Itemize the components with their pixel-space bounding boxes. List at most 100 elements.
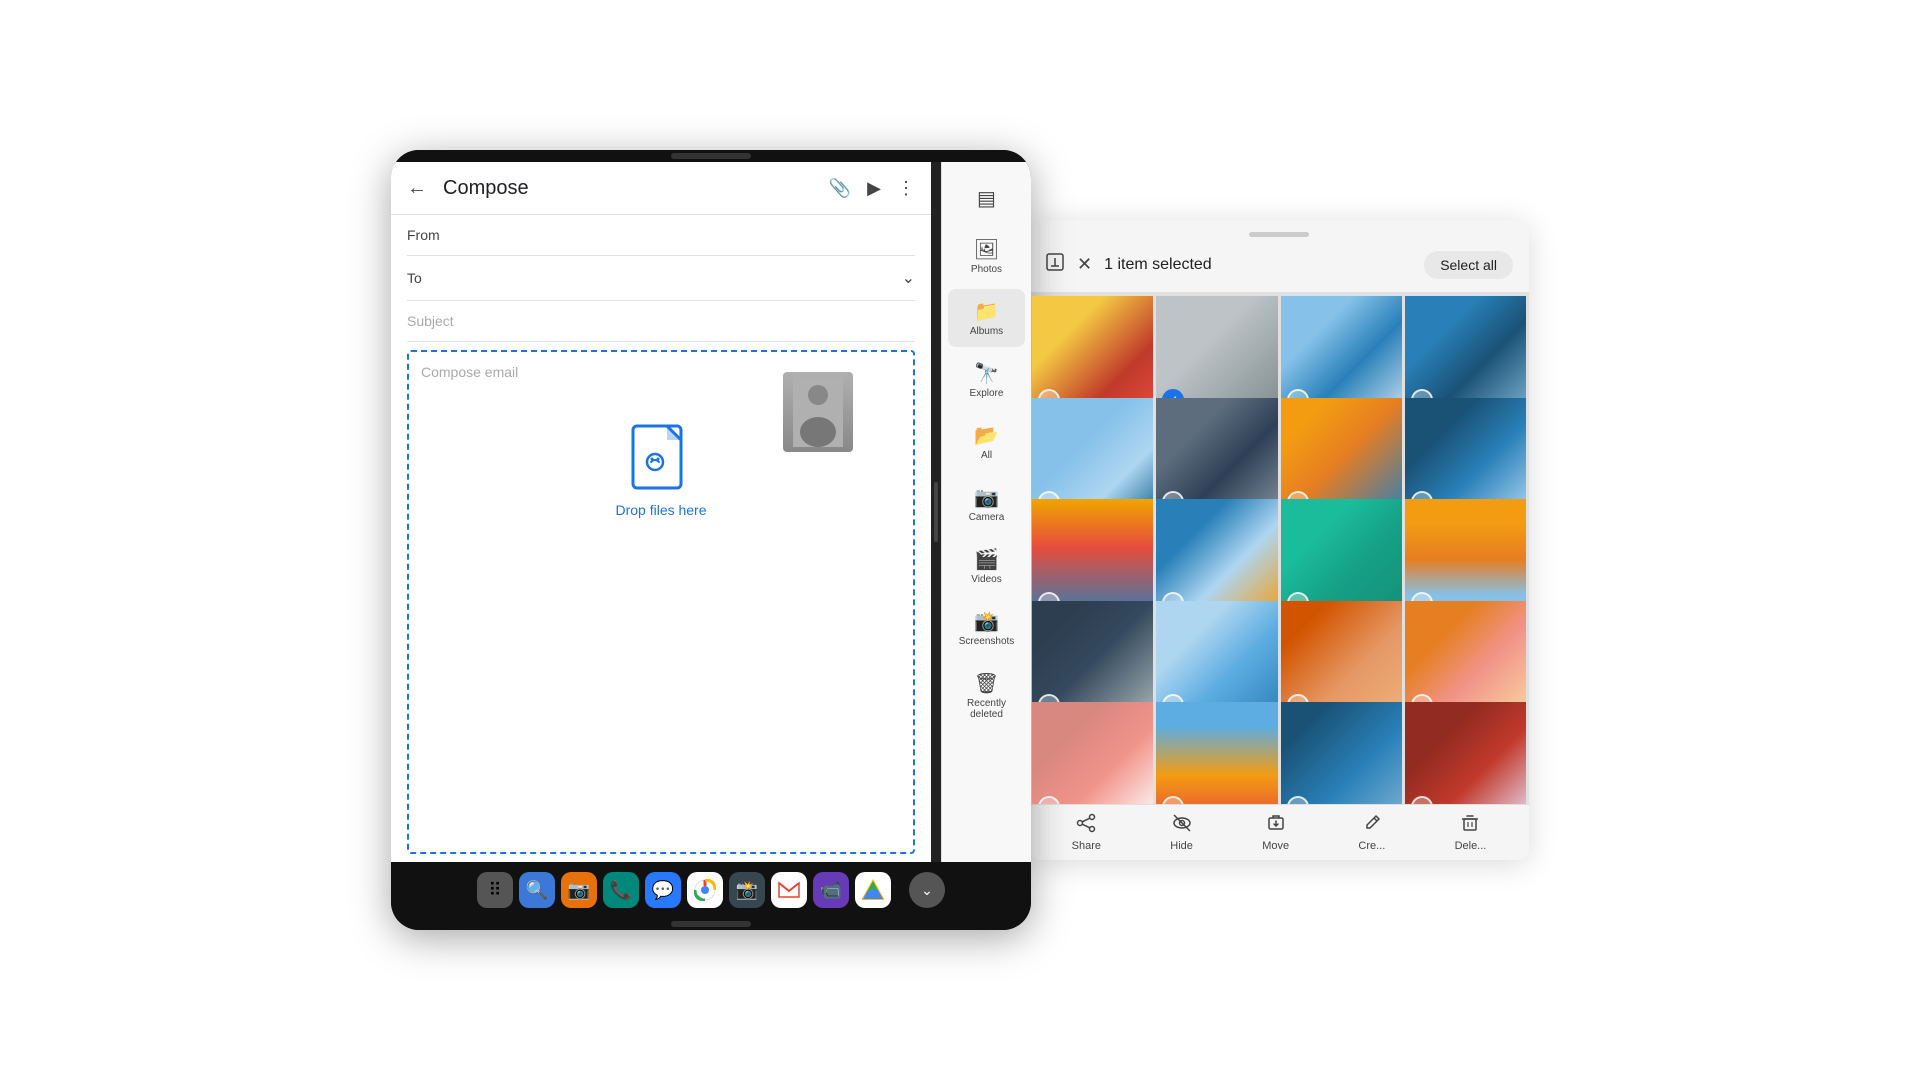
all-nav-label: All: [981, 450, 992, 461]
sidebar-item-albums[interactable]: 📁 Albums: [948, 289, 1025, 347]
photos-edit-icon[interactable]: [1045, 252, 1065, 277]
compose-fields: From To ⌄ Subject: [391, 214, 931, 342]
close-selection-button[interactable]: ✕: [1077, 254, 1092, 275]
share-action[interactable]: Share: [1072, 813, 1101, 852]
screenshots-nav-label: Screenshots: [959, 636, 1015, 647]
photos-nav-label: Photos: [971, 264, 1002, 275]
dock-chrome-icon[interactable]: [687, 872, 723, 908]
phone-top-bar: [391, 150, 1031, 162]
photos-panel: ✕ 1 item selected Select all IMG Final h…: [1029, 220, 1529, 860]
compose-header: ← Compose 📎 ▶ ⋮: [391, 162, 931, 214]
all-icon: 📂: [974, 423, 999, 448]
subject-field-row[interactable]: Subject: [407, 301, 915, 342]
phone-screen: ← Compose 📎 ▶ ⋮ From To ⌄: [391, 162, 1031, 862]
more-icon[interactable]: ⋮: [897, 178, 915, 199]
phone-bottom-bar: [391, 918, 1031, 930]
select-all-button[interactable]: Select all: [1424, 251, 1513, 279]
sidebar-item-videos[interactable]: 🎬 Videos: [948, 537, 1025, 595]
dock-messages-icon[interactable]: 💬: [645, 872, 681, 908]
phone-hinge: [931, 162, 941, 862]
albums-nav-label: Albums: [970, 326, 1003, 337]
videos-icon: 🎬: [974, 547, 999, 572]
delete-icon: [1460, 813, 1480, 838]
dock-gmail-icon[interactable]: [771, 872, 807, 908]
photo-item[interactable]: IMG Final hd: [1281, 702, 1402, 804]
trash-icon: 🗑: [974, 671, 999, 696]
photo-bg: [1405, 702, 1526, 804]
compose-body-area[interactable]: Compose email: [407, 350, 915, 854]
from-field-row: From: [407, 215, 915, 256]
photo-item[interactable]: IMG Final hd: [1156, 702, 1277, 804]
create-icon: [1362, 813, 1382, 838]
photo-item[interactable]: IMG Final hd: [1405, 702, 1526, 804]
sidebar-item-recently-deleted[interactable]: 🗑 Recently deleted: [948, 661, 1025, 730]
dock-apps-icon[interactable]: ⠿: [477, 872, 513, 908]
photo-bg: [1156, 702, 1277, 804]
sidebar-item-camera[interactable]: 📷 Camera: [948, 475, 1025, 533]
phone-notch: [671, 153, 751, 159]
gmail-compose-panel: ← Compose 📎 ▶ ⋮ From To ⌄: [391, 162, 931, 862]
delete-label: Dele...: [1455, 840, 1487, 852]
dock-duo-icon[interactable]: 📹: [813, 872, 849, 908]
sidebar-item-explore[interactable]: 🔭 Explore: [948, 351, 1025, 409]
phone-bottom-notch: [671, 921, 751, 927]
hide-label: Hide: [1170, 840, 1193, 852]
dock-cam2-icon[interactable]: 📸: [729, 872, 765, 908]
dock-phone-icon[interactable]: 📞: [603, 872, 639, 908]
from-label: From: [407, 227, 455, 243]
person-thumbnail: [783, 372, 853, 452]
photos-icon: 🖼: [974, 237, 999, 262]
dragged-photo-thumbnail: [783, 372, 853, 452]
photo-item[interactable]: IMG Final hd: [1032, 702, 1153, 804]
header-icons: 📎 ▶ ⋮: [829, 178, 915, 199]
explore-icon: 🔭: [974, 361, 999, 386]
move-action[interactable]: Move: [1262, 813, 1289, 852]
file-drop-icon: [631, 424, 691, 494]
explore-nav-label: Explore: [970, 388, 1004, 399]
photos-selection-header: ✕ 1 item selected Select all: [1029, 237, 1529, 293]
camera-nav-icon: 📷: [974, 485, 999, 510]
send-icon[interactable]: ▶: [867, 178, 881, 199]
hinge-line: [934, 482, 938, 542]
move-label: Move: [1262, 840, 1289, 852]
photos-nav-panel: ▤ 🖼 Photos 📁 Albums 🔭 Explore 📂 All: [941, 162, 1031, 862]
subject-label: Subject: [407, 313, 454, 329]
dock-drive-icon[interactable]: [855, 872, 891, 908]
attachment-icon[interactable]: 📎: [829, 178, 851, 199]
drop-files-label: Drop files here: [615, 502, 706, 518]
recently-deleted-nav-label: Recently deleted: [952, 698, 1021, 720]
back-icon[interactable]: ←: [407, 177, 427, 200]
nav-sidebar-toggle[interactable]: ▤: [948, 176, 1025, 223]
photos-action-footer: Share Hide: [1029, 804, 1529, 860]
sidebar-item-screenshots[interactable]: 📸 Screenshots: [948, 599, 1025, 657]
app-dock: ⠿ 🔍 📷 📞 💬 📸: [391, 862, 1031, 918]
move-icon: [1266, 813, 1286, 838]
foldable-phone: ← Compose 📎 ▶ ⋮ From To ⌄: [391, 150, 1031, 930]
selected-count-text: 1 item selected: [1104, 256, 1412, 274]
dock-camera-icon[interactable]: 📷: [561, 872, 597, 908]
dock-search-icon[interactable]: 🔍: [519, 872, 555, 908]
to-field-row[interactable]: To ⌄: [407, 256, 915, 301]
sidebar-icon: ▤: [977, 186, 996, 211]
photo-bg: [1281, 702, 1402, 804]
compose-title: Compose: [443, 177, 829, 200]
to-dropdown-icon[interactable]: ⌄: [902, 268, 915, 288]
photo-bg: [1032, 702, 1153, 804]
sidebar-item-photos[interactable]: 🖼 Photos: [948, 227, 1025, 285]
albums-icon: 📁: [974, 299, 999, 324]
create-action[interactable]: Cre...: [1358, 813, 1385, 852]
delete-action[interactable]: Dele...: [1455, 813, 1487, 852]
videos-nav-label: Videos: [971, 574, 1001, 585]
share-icon: [1076, 813, 1096, 838]
compose-placeholder: Compose email: [421, 364, 518, 380]
hide-icon: [1172, 813, 1192, 838]
create-label: Cre...: [1358, 840, 1385, 852]
share-label: Share: [1072, 840, 1101, 852]
photos-panel-top-notch-area: [1029, 220, 1529, 237]
dock-chevron-button[interactable]: ⌄: [909, 872, 945, 908]
hide-action[interactable]: Hide: [1170, 813, 1193, 852]
screenshots-icon: 📸: [974, 609, 999, 634]
sidebar-item-all[interactable]: 📂 All: [948, 413, 1025, 471]
camera-nav-label: Camera: [969, 512, 1005, 523]
to-label: To: [407, 270, 455, 286]
